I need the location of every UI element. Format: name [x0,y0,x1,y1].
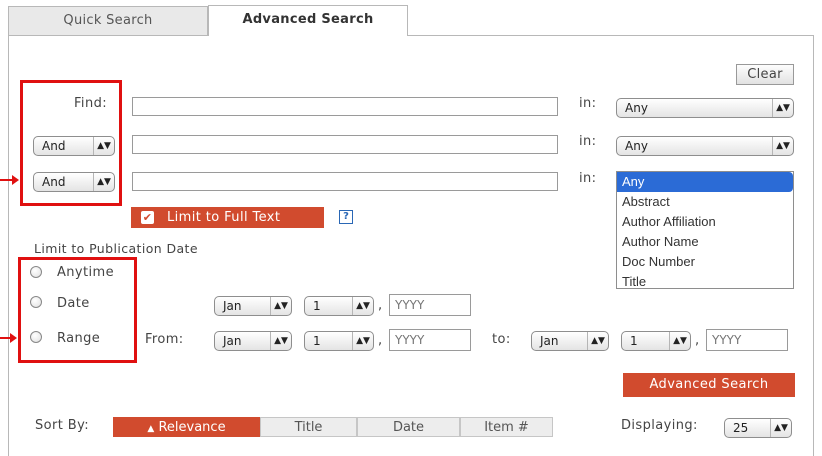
date-month-value: Jan [223,299,242,313]
date-day-select[interactable]: 1 ▲▼ [304,296,374,316]
annotation-arrow-icon [12,175,19,185]
search-term-input-1[interactable] [132,97,558,116]
field-select-1[interactable]: Any ▲▼ [616,98,794,118]
updown-arrow-icon: ▲▼ [352,332,373,350]
checkbox-checked-icon: ✔ [141,211,154,224]
pub-date-heading: Limit to Publication Date [34,241,198,256]
field-listbox-3[interactable]: Any Abstract Author Affiliation Author N… [616,171,794,289]
range-to-day-select[interactable]: 1 ▲▼ [621,331,691,351]
field-select-1-value: Any [625,101,648,115]
date-day-value: 1 [313,299,321,313]
range-to-month-select[interactable]: Jan ▲▼ [531,331,609,351]
sort-title[interactable]: Title [260,417,357,437]
field-select-2-value: Any [625,139,648,153]
updown-arrow-icon: ▲▼ [772,137,793,155]
comma: , [378,333,383,348]
displaying-select[interactable]: 25 ▲▼ [724,418,792,438]
field-option[interactable]: Doc Number [617,252,793,272]
displaying-value: 25 [733,421,749,435]
range-to-label: to: [492,332,511,347]
sort-relevance[interactable]: ▲ Relevance [113,417,260,437]
tab-quick-search[interactable]: Quick Search [8,6,208,35]
range-from-day-select[interactable]: 1 ▲▼ [304,331,374,351]
updown-arrow-icon: ▲▼ [270,297,291,315]
updown-arrow-icon: ▲▼ [587,332,608,350]
updown-arrow-icon: ▲▼ [772,99,793,117]
sort-up-icon: ▲ [147,424,155,434]
advanced-search-button[interactable]: Advanced Search [623,373,795,397]
field-select-2[interactable]: Any ▲▼ [616,136,794,156]
limit-full-text-label: Limit to Full Text [167,210,281,225]
annotation-arrow-icon [10,333,17,343]
displaying-label: Displaying: [621,418,698,433]
tab-advanced-search[interactable]: Advanced Search [208,5,408,36]
range-to-day-value: 1 [630,334,638,348]
in-label-1: in: [579,96,597,111]
range-from-month-value: Jan [223,334,242,348]
updown-arrow-icon: ▲▼ [270,332,291,350]
updown-arrow-icon: ▲▼ [770,419,791,437]
comma: , [695,333,700,348]
search-term-input-3[interactable] [132,172,558,191]
date-month-select[interactable]: Jan ▲▼ [214,296,292,316]
in-label-3: in: [579,171,597,186]
range-from-year-input[interactable] [389,329,471,351]
updown-arrow-icon: ▲▼ [352,297,373,315]
field-option[interactable]: Author Name [617,232,793,252]
range-from-label: From: [145,332,184,347]
limit-full-text-toggle[interactable]: ✔ Limit to Full Text [131,207,324,228]
field-option[interactable]: Abstract [617,192,793,212]
help-icon[interactable]: ? [339,210,353,224]
sort-by-label: Sort By: [35,418,90,433]
clear-button[interactable]: Clear [736,64,794,85]
in-label-2: in: [579,134,597,149]
date-year-input[interactable] [389,294,471,316]
comma: , [378,298,383,313]
annotation-box-date-options [18,257,137,363]
range-from-month-select[interactable]: Jan ▲▼ [214,331,292,351]
sort-relevance-label: Relevance [158,420,226,435]
updown-arrow-icon: ▲▼ [669,332,690,350]
field-option[interactable]: Any [617,172,793,192]
sort-item-number[interactable]: Item # [460,417,553,437]
field-option[interactable]: Title [617,272,793,292]
annotation-box-operators [20,80,122,206]
field-option[interactable]: Author Affiliation [617,212,793,232]
search-term-input-2[interactable] [132,135,558,154]
range-to-month-value: Jan [540,334,559,348]
range-from-day-value: 1 [313,334,321,348]
range-to-year-input[interactable] [706,329,788,351]
sort-date[interactable]: Date [357,417,460,437]
